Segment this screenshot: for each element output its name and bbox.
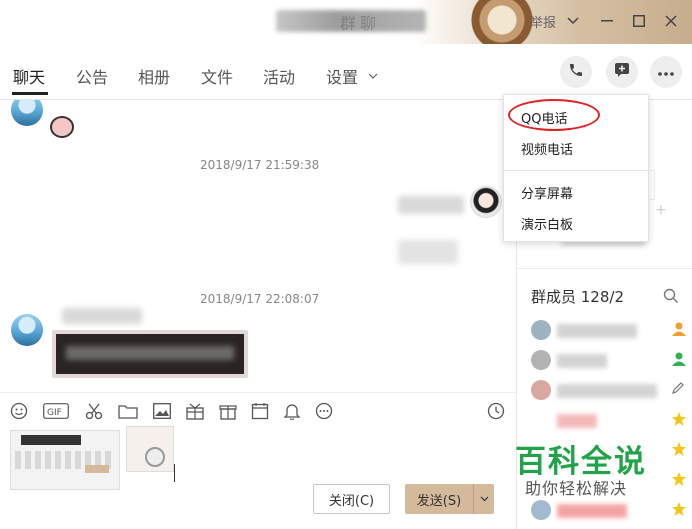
member-row[interactable] [531,350,691,372]
gift-icon[interactable] [185,401,205,421]
add-app-icon [614,62,630,82]
thumbnail-content [85,465,109,473]
emoji-icon[interactable] [9,401,29,421]
avatar[interactable] [470,186,502,218]
minimize-icon[interactable] [594,8,620,34]
more-icon [658,65,674,80]
pig-sticker [50,116,74,138]
menu-item-whiteboard[interactable]: 演示白板 [521,214,573,233]
image-content-blurred [66,346,234,360]
member-name-blurred [557,384,657,398]
member-name-blurred [557,354,607,368]
member-name-blurred [557,324,637,338]
settings-chevron-icon[interactable] [368,69,378,84]
avatar [531,500,551,520]
avatar [531,380,551,400]
chat-messages[interactable]: 2018/9/17 21:59:38 2018/9/17 22:08:07 [0,100,516,392]
message-timestamp: 2018/9/17 22:08:07 [200,292,320,306]
send-button[interactable]: 发送(S) [405,484,494,514]
chevron-down-icon[interactable] [560,8,586,34]
zoom-icon[interactable] [145,447,165,467]
search-icon[interactable] [663,288,679,308]
star-badge-icon [671,471,687,491]
menu-item-qq-call[interactable]: QQ电话 [521,108,567,127]
avatar[interactable] [11,100,43,126]
pasted-screenshot-thumbnail[interactable] [10,430,120,490]
menu-item-share-screen[interactable]: 分享屏幕 [521,183,573,202]
add-icon[interactable]: + [655,202,667,218]
input-toolbar: GIF [0,392,516,426]
title-bar: 群聊 举报 [0,0,692,44]
tab-files[interactable]: 文件 [201,64,233,88]
more-actions-menu: QQ电话 视频电话 分享屏幕 演示白板 [503,94,650,242]
tab-bar: 聊天 公告 相册 文件 活动 设置 [0,44,692,100]
star-badge-icon [671,501,687,521]
owner-badge-icon [671,321,687,341]
divider [517,268,692,269]
add-app-button[interactable] [606,56,638,88]
member-row[interactable] [531,320,691,342]
pasted-image-thumbnail[interactable] [126,426,174,472]
tab-announcement[interactable]: 公告 [76,64,108,88]
folder-icon[interactable] [118,401,138,421]
image-icon[interactable] [152,401,172,421]
close-icon[interactable] [658,8,684,34]
admin-badge-icon [671,351,687,371]
message-input[interactable]: 关闭(C) 发送(S) [0,426,516,529]
tab-activity[interactable]: 活动 [263,64,295,88]
member-row[interactable] [531,380,691,402]
tab-album[interactable]: 相册 [138,64,170,88]
bell-icon[interactable] [282,401,302,421]
members-header: 群成员 128/2 [531,288,624,306]
more-button[interactable] [650,56,682,88]
member-row[interactable] [531,500,691,522]
avatar[interactable] [11,314,43,346]
maximize-icon[interactable] [626,8,652,34]
tab-settings[interactable]: 设置 [326,64,358,88]
message-bubble-blurred [398,240,458,264]
phone-button[interactable] [560,56,592,88]
watermark-subtitle: 助你轻松解决 [525,479,628,498]
phone-icon [568,62,584,82]
send-button-label: 发送(S) [416,493,462,509]
svg-text:GIF: GIF [47,408,62,418]
send-options-chevron-icon[interactable] [473,484,494,514]
menu-divider [504,170,650,171]
history-clock-icon[interactable] [486,401,506,421]
menu-item-video-call[interactable]: 视频电话 [521,139,573,158]
avatar [531,410,551,430]
close-button[interactable]: 关闭(C) [313,484,390,514]
star-badge-icon [671,411,687,431]
tab-chat[interactable]: 聊天 [13,64,45,88]
text-caret [174,464,175,482]
sender-name-blurred [62,308,142,324]
thumbnail-content [21,435,81,445]
message-timestamp: 2018/9/17 21:59:38 [200,158,320,172]
star-badge-icon [671,441,687,461]
report-link[interactable]: 举报 [530,12,556,31]
active-tab-indicator [12,92,48,95]
image-message[interactable] [52,330,248,378]
present-icon[interactable] [218,401,238,421]
member-name-blurred [557,504,627,518]
scissors-icon[interactable] [84,401,104,421]
more-dots-icon[interactable] [314,401,334,421]
gif-icon[interactable]: GIF [43,401,69,421]
message-bubble-blurred [398,196,464,214]
avatar [531,320,551,340]
member-row[interactable] [531,410,691,432]
calendar-icon[interactable] [250,401,270,421]
window-title: 群聊 [340,14,381,33]
member-name-blurred [557,414,597,428]
avatar [531,350,551,370]
edit-icon[interactable] [671,381,685,399]
